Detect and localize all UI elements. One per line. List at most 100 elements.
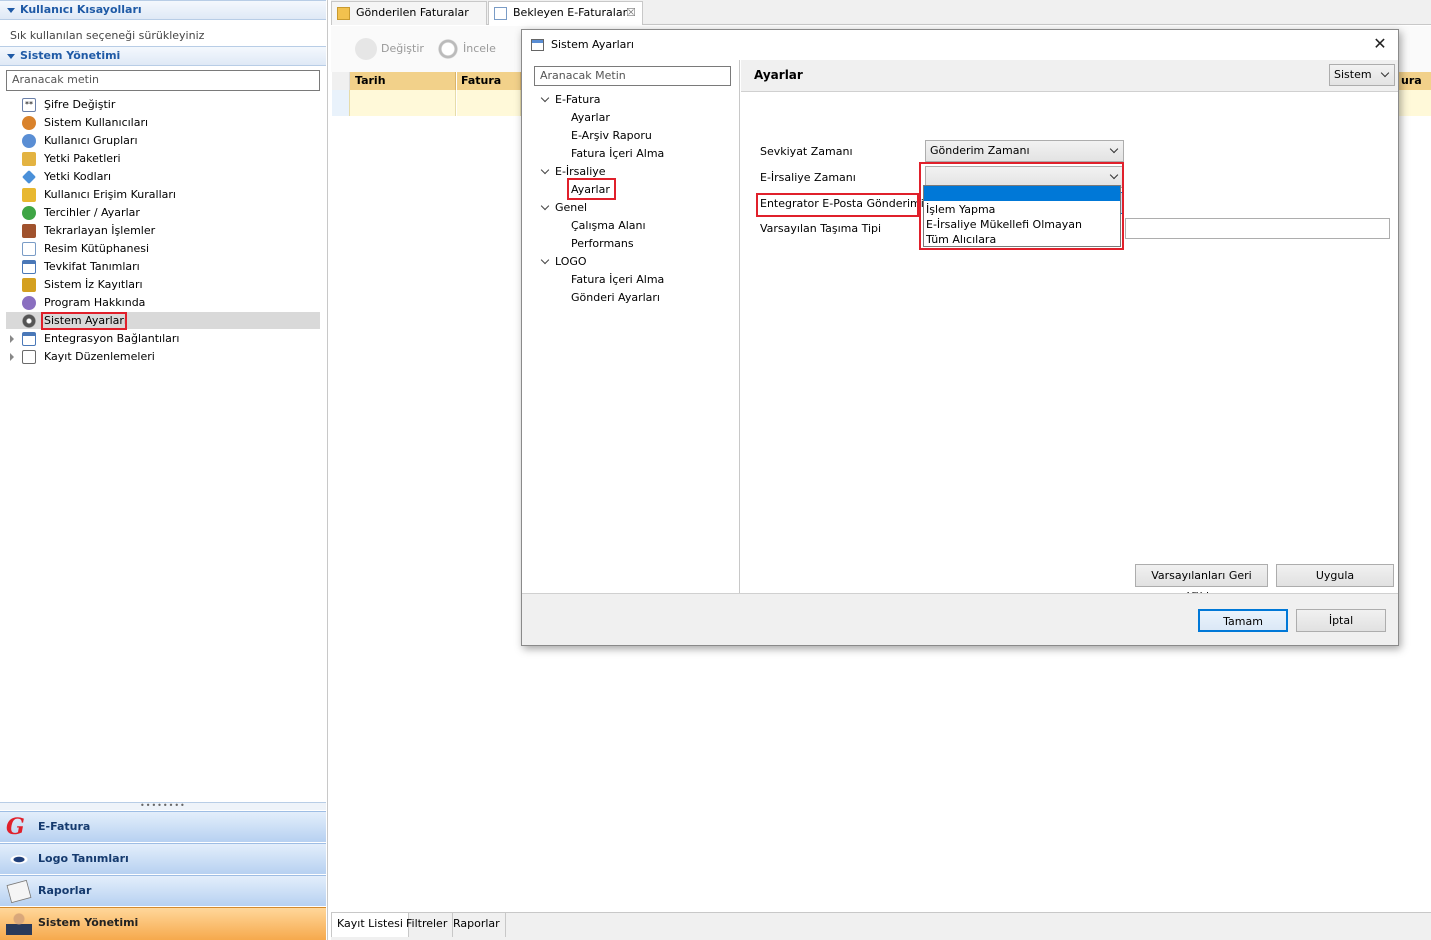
- dialog-title: Sistem Ayarları: [551, 38, 634, 51]
- chevron-down-icon[interactable]: [540, 255, 550, 265]
- module-label: Logo Tanımları: [38, 852, 129, 865]
- document-icon: [494, 7, 507, 20]
- tree-node-logo[interactable]: LOGO: [555, 253, 587, 271]
- tree-node-e-fatura-ayarlar[interactable]: Ayarlar: [571, 109, 610, 127]
- chevron-down-icon: [1380, 68, 1390, 78]
- module-button-logo-tanimlari[interactable]: Logo Tanımları: [0, 843, 326, 874]
- table-cell[interactable]: [350, 90, 456, 116]
- admin-user-icon: [6, 912, 32, 935]
- system-management-header[interactable]: Sistem Yönetimi: [0, 46, 326, 66]
- settings-tree: Aranacak Metin E-Fatura Ayarlar E-Arşiv …: [522, 60, 740, 593]
- e-invoice-logo-icon: G: [6, 814, 25, 840]
- tree-node-e-fatura[interactable]: E-Fatura: [555, 91, 601, 109]
- expand-arrow-icon[interactable]: [10, 335, 14, 343]
- gear-icon: [22, 314, 36, 328]
- audit-log-icon: [22, 278, 36, 292]
- nav-item-label: Yetki Kodları: [44, 170, 112, 183]
- sevkiyat-zamani-select[interactable]: Gönderim Zamanı: [925, 140, 1124, 162]
- dialog-footer: Tamam İptal: [522, 593, 1398, 645]
- row-indicator-cell[interactable]: [332, 90, 350, 116]
- tasima-tipi-label: Varsayılan Taşıma Tipi: [760, 222, 882, 235]
- sevkiyat-zamani-label: Sevkiyat Zamanı: [760, 145, 853, 158]
- tab-gonderilen-faturalar[interactable]: Gönderilen Faturalar: [331, 1, 487, 25]
- edit-button[interactable]: Değiştir: [351, 36, 424, 62]
- chevron-down-icon[interactable]: [540, 93, 550, 103]
- tab-label: Gönderilen Faturalar: [356, 6, 469, 19]
- tab-kayit-listesi[interactable]: Kayıt Listesi: [331, 913, 409, 937]
- panel-splitter[interactable]: ••••••••: [0, 802, 326, 810]
- tree-node-e-arsiv-raporu[interactable]: E-Arşiv Raporu: [571, 127, 652, 145]
- settings-panel: Ayarlar Sistem Sevkiyat Zamanı Gönderim …: [741, 60, 1398, 603]
- close-icon[interactable]: ✕: [1372, 36, 1388, 52]
- tree-node-logo-fatura-iceri-alma[interactable]: Fatura İçeri Alma: [571, 271, 664, 289]
- inspect-button-label: İncele: [463, 42, 496, 55]
- column-header-fatura-num[interactable]: Fatura Num: [457, 72, 521, 90]
- tab-bekleyen-e-faturalar[interactable]: Bekleyen E-Faturalar ☒: [488, 1, 643, 25]
- row-indicator-header: [332, 72, 350, 90]
- restore-defaults-button[interactable]: Varsayılanları Geri Yükle: [1135, 564, 1268, 603]
- module-label: Raporlar: [38, 884, 92, 897]
- system-management-header-label: Sistem Yönetimi: [20, 49, 121, 62]
- tab-label: Bekleyen E-Faturalar: [513, 6, 628, 19]
- window-icon: [531, 39, 544, 51]
- module-button-raporlar[interactable]: Raporlar: [0, 875, 326, 906]
- key-icon: [22, 170, 36, 184]
- e-irsaliye-zamani-label: E-İrsaliye Zamanı: [760, 171, 856, 184]
- column-header-fatura-durum[interactable]: ura Du: [1399, 72, 1431, 90]
- chevron-down-icon[interactable]: [540, 201, 550, 211]
- expand-arrow-icon[interactable]: [10, 353, 14, 361]
- nav-search-input[interactable]: Aranacak metin: [6, 70, 320, 91]
- module-button-e-fatura[interactable]: G E-Fatura: [0, 811, 326, 842]
- nav-item-label: Kullanıcı Grupları: [44, 134, 138, 147]
- shortcuts-hint: Sık kullanılan seçeneği sürükleyiniz: [10, 29, 205, 42]
- tasima-tipi-input[interactable]: [1125, 218, 1390, 239]
- highlight-box-sistem-ayarlari: [41, 312, 127, 330]
- about-icon: [22, 296, 36, 310]
- nav-item-label: Tekrarlayan İşlemler: [44, 224, 156, 237]
- tree-node-gonderi-ayarlari[interactable]: Gönderi Ayarları: [571, 289, 660, 307]
- user-groups-icon: [22, 134, 36, 148]
- apply-button[interactable]: Uygula: [1276, 564, 1394, 587]
- inspect-button[interactable]: İncele: [433, 36, 496, 62]
- eye-logo-icon: [6, 848, 32, 871]
- collapse-triangle-icon: [7, 8, 15, 13]
- nav-item-label: Yetki Paketleri: [44, 152, 121, 165]
- nav-item-label: Şifre Değiştir: [44, 98, 116, 111]
- access-rule-icon: [22, 188, 36, 202]
- tree-search-input[interactable]: Aranacak Metin: [534, 66, 731, 86]
- ok-button[interactable]: Tamam: [1198, 609, 1288, 632]
- recurring-icon: [22, 224, 36, 238]
- table-cell[interactable]: [1399, 90, 1431, 116]
- highlight-box-ayarlar: [567, 178, 616, 200]
- edit-icon: [355, 38, 377, 60]
- edit-button-label: Değiştir: [381, 42, 424, 55]
- folder-icon: [337, 7, 350, 20]
- tree-node-performans[interactable]: Performans: [571, 235, 634, 253]
- splitter-grip-icon: ••••••••: [140, 801, 186, 810]
- column-header-tarih[interactable]: Tarih: [350, 72, 456, 90]
- magnifier-icon: [437, 38, 459, 60]
- password-icon: **: [22, 98, 36, 112]
- integration-icon: [22, 332, 36, 346]
- scope-select[interactable]: Sistem: [1329, 64, 1395, 86]
- system-settings-dialog: Sistem Ayarları ✕ Aranacak Metin E-Fatur…: [521, 29, 1399, 646]
- cancel-button[interactable]: İptal: [1296, 609, 1386, 632]
- tree-node-calisma-alani[interactable]: Çalışma Alanı: [571, 217, 646, 235]
- shortcuts-header[interactable]: Kullanıcı Kısayolları: [0, 0, 326, 20]
- tab-raporlar[interactable]: Raporlar: [448, 913, 506, 937]
- nav-item-label: Tercihler / Ayarlar: [44, 206, 140, 219]
- chevron-down-icon[interactable]: [540, 165, 550, 175]
- table-cell[interactable]: [457, 90, 521, 116]
- nav-item-label: Kayıt Düzenlemeleri: [44, 350, 155, 363]
- document-tab-bar: Gönderilen Faturalar Bekleyen E-Faturala…: [331, 0, 1431, 25]
- module-label: E-Fatura: [38, 820, 91, 833]
- tree-node-fatura-iceri-alma[interactable]: Fatura İçeri Alma: [571, 145, 664, 163]
- module-button-sistem-yonetimi[interactable]: Sistem Yönetimi: [0, 907, 326, 940]
- dialog-title-bar[interactable]: Sistem Ayarları ✕: [522, 30, 1398, 60]
- panel-title-text: Ayarlar: [754, 68, 803, 82]
- tree-node-genel[interactable]: Genel: [555, 199, 587, 217]
- tab-close-icon[interactable]: ☒: [626, 2, 636, 24]
- permission-package-icon: [22, 152, 36, 166]
- tab-filtreler[interactable]: Filtreler: [401, 913, 454, 937]
- users-icon: [22, 116, 36, 130]
